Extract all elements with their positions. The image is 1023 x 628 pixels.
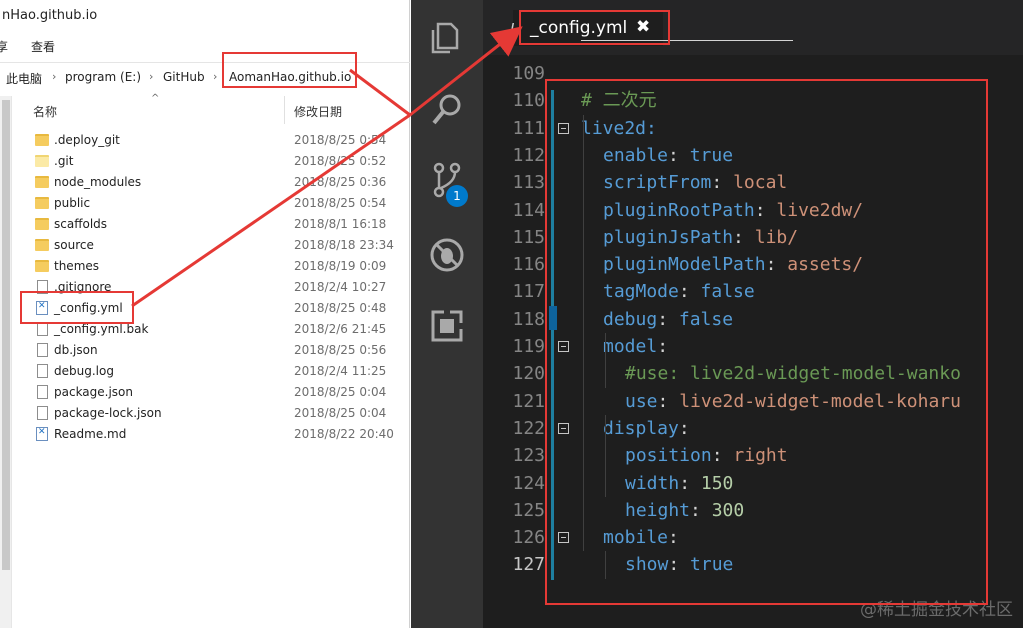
arrow-address-segment xyxy=(349,68,411,117)
arrow-file-to-tab xyxy=(409,26,523,117)
annotation-arrows xyxy=(131,26,523,308)
arrow-file-to-explorer-edge xyxy=(131,113,411,308)
